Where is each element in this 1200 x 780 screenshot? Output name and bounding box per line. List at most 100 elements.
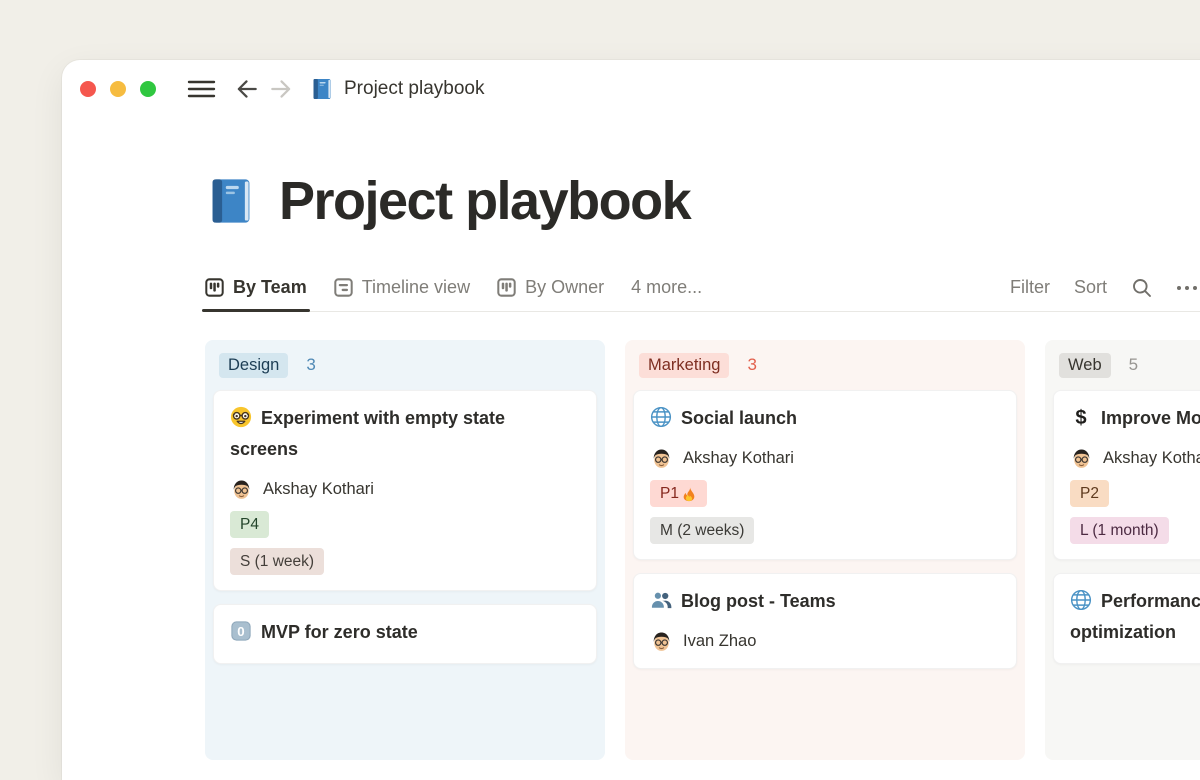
card-title-row: Experiment with empty state screens [230,403,542,465]
page-header: Project playbook [205,170,690,232]
tag-chip: S (1 week) [230,548,324,575]
card-title-row: Blog post - Teams [650,586,962,617]
tab-by-owner[interactable]: By Owner [497,264,604,311]
card-person-row: Akshay Kothari [650,447,1000,470]
avatar [1070,447,1093,470]
column-cards: Social launch Akshay KothariP1 M (2 weeks)… [633,390,1017,669]
hamburger-icon [187,79,216,99]
tag-label: P1 [660,483,679,504]
svg-text:$: $ [1075,407,1086,428]
card-tag-row: P1 [650,480,1000,507]
window-topbar: Project playbook [62,60,1200,118]
card-title-text: Improve Monetization [1101,408,1200,428]
card-tag-row: L (1 month) [1070,517,1200,544]
board-column: Marketing 3 Social launch Akshay KothariP1 M… [625,340,1025,760]
tab-4-more-[interactable]: 4 more... [631,264,702,311]
more-options-button ellipsis-icon[interactable] [1177,286,1197,290]
card-person-row: Ivan Zhao [650,630,1000,653]
card-title-text: Social launch [681,408,797,428]
column-count: 5 [1129,355,1138,375]
page-title[interactable]: Project playbook [279,170,690,232]
tag-label: S (1 week) [240,551,314,572]
column-cards: Experiment with empty state screens Aksha… [213,390,597,664]
card[interactable]: Experiment with empty state screens Aksha… [213,390,597,591]
tag-label: P2 [1080,483,1099,504]
minimize-button[interactable] [110,81,126,97]
blue-book-icon [310,77,334,101]
board-column: Design 3 Experiment with empty state scree… [205,340,605,760]
sidebar-menu-button[interactable] [187,79,216,99]
card-tag-row: P4 [230,511,580,538]
board-view-icon [497,278,516,297]
board-view-icon [205,278,224,297]
page-icon blue-book-icon[interactable] [205,175,257,227]
person-name: Akshay Kothari [263,480,374,499]
card[interactable]: Social launch Akshay KothariP1 M (2 weeks) [633,390,1017,560]
person-name: Akshay Kothari [1103,449,1200,468]
board: Design 3 Experiment with empty state scree… [205,340,1200,760]
tag-label: L (1 month) [1080,520,1159,541]
svg-text:0: 0 [237,624,244,639]
globe-icon [650,406,672,428]
tab-label: By Team [233,277,307,298]
tag-chip: P4 [230,511,269,538]
keycap-zero-icon: 0 [230,620,252,642]
card-title-text: Blog post - Teams [681,591,836,611]
dollar-icon: $ [1070,406,1092,428]
tab-by-team[interactable]: By Team [205,264,307,311]
filter-button[interactable]: Filter [1010,277,1050,298]
forward-arrow-icon [268,76,294,102]
card-person-row: Akshay Kothari [1070,447,1200,470]
view-tabbar: By Team Timeline view By Owner 4 more... Fi… [205,264,1200,312]
card[interactable]: Blog post - Teams Ivan Zhao [633,573,1017,669]
column-group-chip[interactable]: Marketing [639,353,729,378]
fire-icon [681,486,697,502]
zoom-button[interactable] [140,81,156,97]
tag-label: M (2 weeks) [660,520,744,541]
card[interactable]: $ Improve Monetization Akshay KothariP2 L (… [1053,390,1200,560]
card-person-row: Akshay Kothari [230,478,580,501]
tag-chip: P2 [1070,480,1109,507]
view-toolbar: Filter Sort [1010,264,1197,311]
timeline-view-icon [334,278,353,297]
back-button[interactable] [234,76,260,102]
column-group-chip[interactable]: Web [1059,353,1111,378]
card-tag-row: S (1 week) [230,548,580,575]
tag-chip: M (2 weeks) [650,517,754,544]
avatar [650,447,673,470]
tag-chip: L (1 month) [1070,517,1169,544]
app-window: Project playbook Project playbook By Tea… [62,60,1200,780]
column-cards: $ Improve Monetization Akshay KothariP2 L (… [1053,390,1200,664]
column-header: Design 3 [213,348,597,382]
avatar [230,478,253,501]
column-count: 3 [747,355,756,375]
globe-icon [1070,589,1092,611]
breadcrumb[interactable]: Project playbook [310,77,484,101]
card-title-row: $ Improve Monetization [1070,403,1200,434]
column-header: Web 5 [1053,348,1200,382]
column-group-chip[interactable]: Design [219,353,288,378]
sort-button[interactable]: Sort [1074,277,1107,298]
forward-button[interactable] [268,76,294,102]
back-arrow-icon [234,76,260,102]
search-icon[interactable] [1131,277,1153,299]
card-tag-row: M (2 weeks) [650,517,1000,544]
card[interactable]: Performance optimization [1053,573,1200,664]
column-header: Marketing 3 [633,348,1017,382]
avatar [650,630,673,653]
tab-label: Timeline view [362,277,470,298]
tab-label: 4 more... [631,277,702,298]
person-name: Ivan Zhao [683,632,756,651]
tag-chip: P1 [650,480,707,507]
tag-label: P4 [240,514,259,535]
board-column: Web5$Improve MonetizationAkshay KothariP… [1045,340,1200,760]
card[interactable]: 0 MVP for zero state [213,604,597,664]
person-name: Akshay Kothari [683,449,794,468]
tab-label: By Owner [525,277,604,298]
nerd-face-icon [230,406,252,428]
column-count: 3 [306,355,315,375]
card-title-text: MVP for zero state [261,622,418,642]
close-button[interactable] [80,81,96,97]
tab-timeline-view[interactable]: Timeline view [334,264,470,311]
card-title-row: Performance optimization [1070,586,1200,648]
